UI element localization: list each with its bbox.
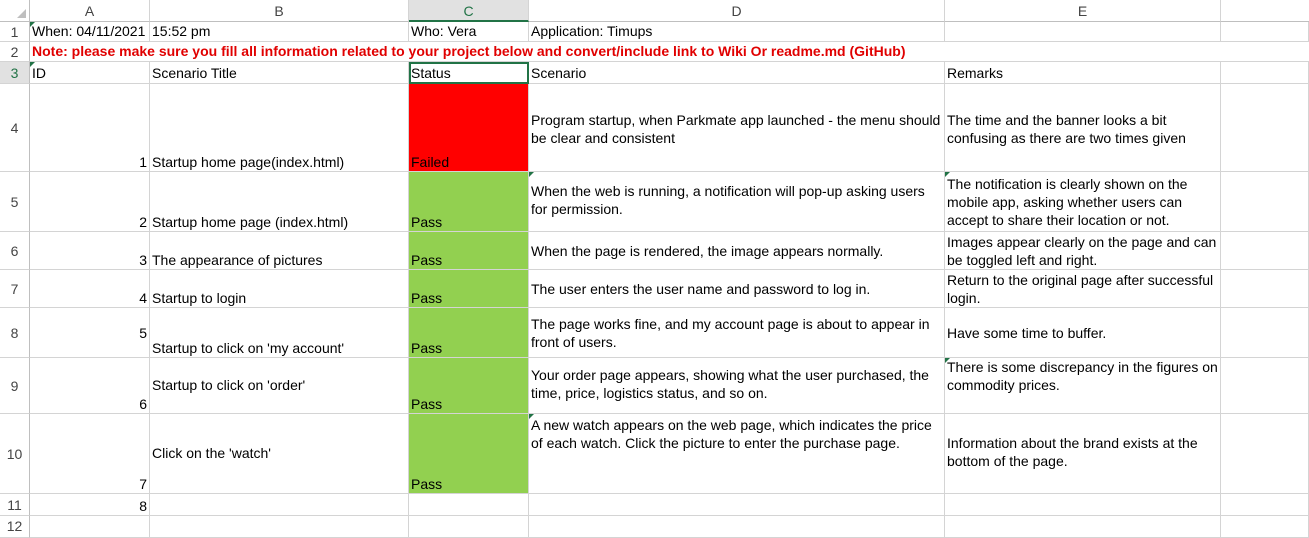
- cell-d12[interactable]: [529, 516, 945, 538]
- row-header-8[interactable]: 8: [0, 308, 30, 358]
- cell-f6[interactable]: [1221, 232, 1309, 270]
- scenario-remarks[interactable]: The time and the banner looks a bit conf…: [945, 84, 1221, 172]
- cell-f1[interactable]: [1221, 22, 1309, 42]
- cell-f5[interactable]: [1221, 172, 1309, 232]
- scenario-description[interactable]: Program startup, when Parkmate app launc…: [529, 84, 945, 172]
- scenario-description[interactable]: [529, 494, 945, 516]
- column-header-f[interactable]: [1221, 0, 1309, 22]
- row-header-6[interactable]: 6: [0, 232, 30, 270]
- header-scenario[interactable]: Scenario: [529, 62, 945, 84]
- row-header-1[interactable]: 1: [0, 22, 30, 42]
- scenario-description[interactable]: A new watch appears on the web page, whi…: [529, 414, 945, 494]
- status-pass[interactable]: Pass: [409, 358, 529, 414]
- row-header-7[interactable]: 7: [0, 270, 30, 308]
- scenario-id[interactable]: 5: [30, 308, 150, 358]
- cell-f8[interactable]: [1221, 308, 1309, 358]
- scenario-title[interactable]: Click on the 'watch': [150, 414, 409, 494]
- header-scenario-title[interactable]: Scenario Title: [150, 62, 409, 84]
- status-failed[interactable]: Failed: [409, 84, 529, 172]
- scenario-id[interactable]: 8: [30, 494, 150, 516]
- scenario-remarks[interactable]: The notification is clearly shown on the…: [945, 172, 1221, 232]
- scenario-description[interactable]: The page works fine, and my account page…: [529, 308, 945, 358]
- cell-c1[interactable]: Who: Vera: [409, 22, 529, 42]
- row-header-3[interactable]: 3: [0, 62, 30, 84]
- status-pass[interactable]: Pass: [409, 414, 529, 494]
- scenario-description[interactable]: Your order page appears, showing what th…: [529, 358, 945, 414]
- column-header-e[interactable]: E: [945, 0, 1221, 22]
- status-pass[interactable]: Pass: [409, 232, 529, 270]
- spreadsheet: A B C D E 1 2 3 4 5 6 7 8 9 10 11 12 Whe…: [0, 0, 1309, 538]
- row-header-12[interactable]: 12: [0, 516, 30, 538]
- scenario-title[interactable]: Startup to click on 'order': [150, 358, 409, 414]
- cell-f3[interactable]: [1221, 62, 1309, 84]
- header-remarks[interactable]: Remarks: [945, 62, 1221, 84]
- cell-a12[interactable]: [30, 516, 150, 538]
- scenario-title[interactable]: Startup to click on 'my account': [150, 308, 409, 358]
- scenario-id[interactable]: 3: [30, 232, 150, 270]
- scenario-remarks[interactable]: Images appear clearly on the page and ca…: [945, 232, 1221, 270]
- cell-e1[interactable]: [945, 22, 1221, 42]
- scenario-id[interactable]: 6: [30, 358, 150, 414]
- scenario-title[interactable]: Startup to login: [150, 270, 409, 308]
- column-header-d[interactable]: D: [529, 0, 945, 22]
- cell-c12[interactable]: [409, 516, 529, 538]
- scenario-title[interactable]: Startup home page (index.html): [150, 172, 409, 232]
- scenario-id[interactable]: 1: [30, 84, 150, 172]
- scenario-remarks[interactable]: Return to the original page after succes…: [945, 270, 1221, 308]
- scenario-remarks[interactable]: [945, 494, 1221, 516]
- active-cell-selection: [409, 62, 529, 84]
- row-header-11[interactable]: 11: [0, 494, 30, 516]
- row-header-10[interactable]: 10: [0, 414, 30, 494]
- project-note[interactable]: Note: please make sure you fill all info…: [30, 42, 1309, 62]
- scenario-description[interactable]: When the page is rendered, the image app…: [529, 232, 945, 270]
- cell-a1[interactable]: When: 04/11/2021: [30, 22, 150, 42]
- scenario-description[interactable]: When the web is running, a notification …: [529, 172, 945, 232]
- row-header-9[interactable]: 9: [0, 358, 30, 414]
- scenario-id[interactable]: 2: [30, 172, 150, 232]
- status-pass[interactable]: Pass: [409, 308, 529, 358]
- scenario-remarks[interactable]: There is some discrepancy in the figures…: [945, 358, 1221, 414]
- header-id[interactable]: ID: [30, 62, 150, 84]
- scenario-id[interactable]: 7: [30, 414, 150, 494]
- column-header-b[interactable]: B: [150, 0, 409, 22]
- scenario-remarks[interactable]: Have some time to buffer.: [945, 308, 1221, 358]
- cell-b1[interactable]: 15:52 pm: [150, 22, 409, 42]
- cell-b12[interactable]: [150, 516, 409, 538]
- scenario-id[interactable]: 4: [30, 270, 150, 308]
- select-all-button[interactable]: [0, 0, 30, 22]
- cell-f10[interactable]: [1221, 414, 1309, 494]
- cell-e12[interactable]: [945, 516, 1221, 538]
- row-header-5[interactable]: 5: [0, 172, 30, 232]
- status-pass[interactable]: Pass: [409, 270, 529, 308]
- scenario-title[interactable]: [150, 494, 409, 516]
- cell-f7[interactable]: [1221, 270, 1309, 308]
- row-header-4[interactable]: 4: [0, 84, 30, 172]
- scenario-title[interactable]: The appearance of pictures: [150, 232, 409, 270]
- cell-f4[interactable]: [1221, 84, 1309, 172]
- cell-f11[interactable]: [1221, 494, 1309, 516]
- cell-d1[interactable]: Application: Timups: [529, 22, 945, 42]
- scenario-remarks[interactable]: Information about the brand exists at th…: [945, 414, 1221, 494]
- scenario-description[interactable]: The user enters the user name and passwo…: [529, 270, 945, 308]
- status-empty[interactable]: [409, 494, 529, 516]
- scenario-title[interactable]: Startup home page(index.html): [150, 84, 409, 172]
- row-header-2[interactable]: 2: [0, 42, 30, 62]
- cell-f12[interactable]: [1221, 516, 1309, 538]
- cell-f9[interactable]: [1221, 358, 1309, 414]
- column-header-c[interactable]: C: [409, 0, 529, 22]
- column-header-a[interactable]: A: [30, 0, 150, 22]
- status-pass[interactable]: Pass: [409, 172, 529, 232]
